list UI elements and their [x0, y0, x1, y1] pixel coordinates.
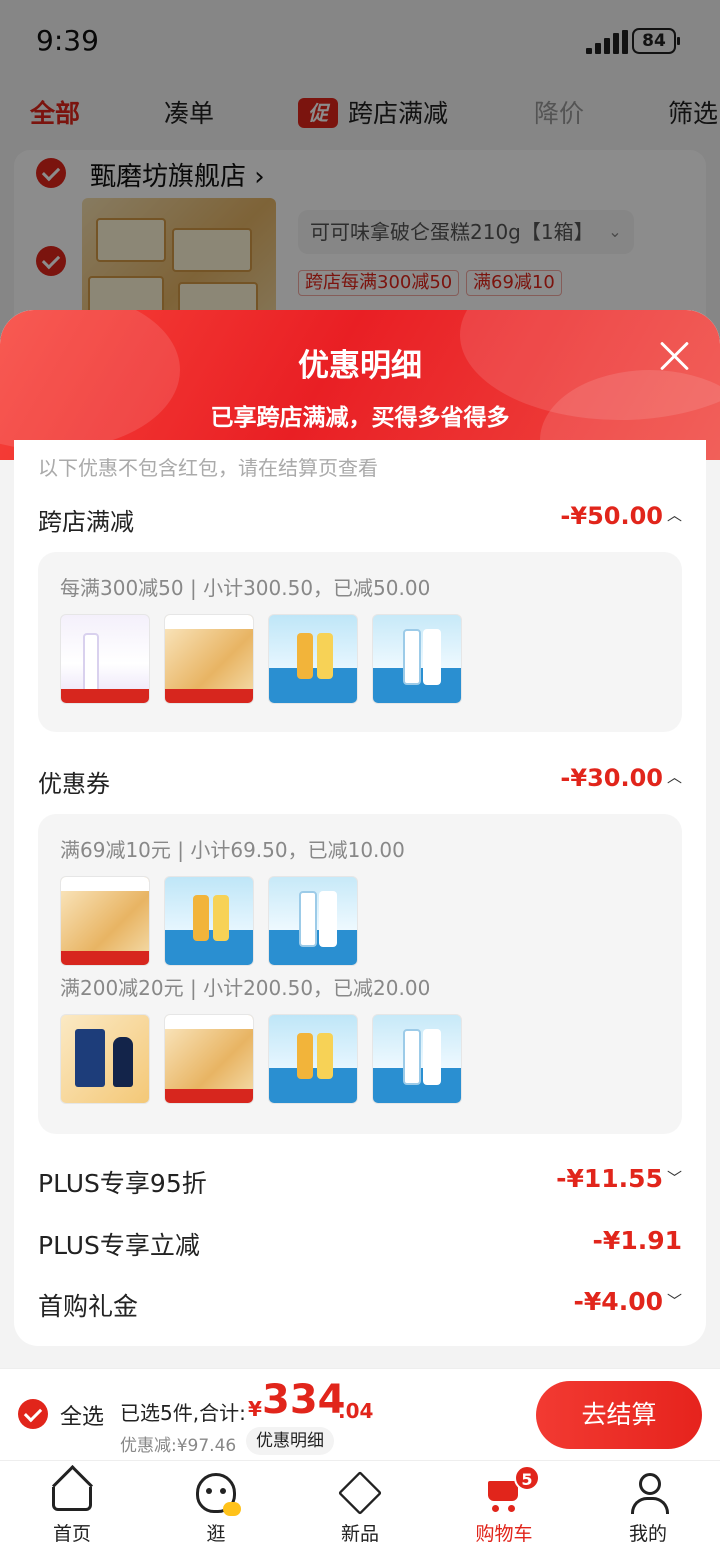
coupon-amount: -¥30.00 ︿	[560, 764, 682, 792]
plus-discount-row[interactable]: PLUS专享95折 -¥11.55 ﹀	[38, 1160, 682, 1200]
close-icon[interactable]	[658, 340, 690, 372]
coupon-detail-line-2: 满200减20元 | 小计200.50，已减20.00	[60, 976, 431, 1000]
chevron-down-icon: ﹀	[666, 1292, 682, 1310]
total-currency: ¥	[248, 1397, 262, 1421]
total-decimal: .04	[338, 1399, 374, 1423]
chevron-down-icon: ﹀	[666, 1169, 682, 1187]
tab-home-label: 首页	[52, 1523, 91, 1545]
discount-note: 以下优惠不包含红包，请在结算页查看	[38, 456, 378, 480]
product-thumb-milk[interactable]	[268, 876, 358, 966]
bottom-tabbar: 首页 逛 新品 5 购物车 我的	[0, 1460, 720, 1554]
product-thumb-juice[interactable]	[268, 1014, 358, 1104]
sheet-header: 优惠明细 已享跨店满减，买得多省得多	[0, 310, 720, 460]
tab-new[interactable]: 新品	[288, 1461, 432, 1554]
plus-cut-label: PLUS专享立减	[38, 1231, 200, 1260]
sheet-body: 以下优惠不包含红包，请在结算页查看 跨店满减 -¥50.00 ︿ 每满300减50…	[14, 440, 706, 1346]
chevron-up-icon: ︿	[666, 506, 682, 524]
product-thumb-liquor[interactable]	[60, 1014, 150, 1104]
cross-store-row[interactable]: 跨店满减 -¥50.00 ︿	[38, 498, 682, 538]
tab-new-label: 新品	[340, 1523, 379, 1545]
plus-cut-row: PLUS专享立减 -¥1.91	[38, 1222, 682, 1262]
profile-icon	[628, 1473, 669, 1514]
product-thumb-skincare[interactable]	[60, 614, 150, 704]
plus-cut-amount: -¥1.91	[592, 1226, 682, 1255]
product-thumb-juice[interactable]	[164, 876, 254, 966]
first-gift-amount: -¥4.00 ﹀	[574, 1287, 682, 1316]
cart-badge: 5	[514, 1465, 540, 1491]
tab-cart-label: 购物车	[475, 1523, 533, 1545]
cross-store-detail: 每满300减50 | 小计300.50，已减50.00	[38, 552, 682, 732]
select-all-checkbox[interactable]	[18, 1399, 48, 1429]
sheet-subtitle: 已享跨店满减，买得多省得多	[210, 405, 510, 431]
chevron-up-icon: ︿	[666, 768, 682, 786]
product-thumb-cake[interactable]	[60, 876, 150, 966]
select-all-label[interactable]: 全选	[60, 1399, 104, 1431]
first-gift-label: 首购礼金	[38, 1292, 139, 1321]
tab-profile-label: 我的	[628, 1523, 667, 1545]
plus-discount-label: PLUS专享95折	[38, 1169, 207, 1198]
discount-detail-button[interactable]: 优惠明细	[246, 1427, 334, 1455]
product-thumb-milk[interactable]	[372, 614, 462, 704]
plus-discount-amount: -¥11.55 ﹀	[556, 1164, 682, 1193]
first-gift-amount-value: -¥4.00	[573, 1287, 663, 1316]
tab-browse[interactable]: 逛	[144, 1461, 288, 1554]
checkout-bar: 全选 已选5件,合计: ¥ 334 .04 优惠减:¥97.46 优惠明细 去结…	[0, 1368, 720, 1460]
tab-browse-label: 逛	[206, 1523, 226, 1545]
tab-cart[interactable]: 5 购物车	[432, 1461, 576, 1554]
first-gift-row[interactable]: 首购礼金 -¥4.00 ﹀	[38, 1283, 682, 1323]
coupon-label: 优惠券	[38, 770, 110, 798]
total-amount: 334	[262, 1377, 346, 1423]
cross-store-label: 跨店满减	[38, 508, 134, 536]
product-thumb-juice[interactable]	[268, 614, 358, 704]
browse-icon	[196, 1473, 241, 1516]
product-thumb-cake[interactable]	[164, 1014, 254, 1104]
coupon-row[interactable]: 优惠券 -¥30.00 ︿	[38, 760, 682, 800]
product-thumb-milk[interactable]	[372, 1014, 462, 1104]
discount-total: 优惠减:¥97.46	[120, 1436, 237, 1456]
cross-store-amount: -¥50.00 ︿	[560, 502, 682, 530]
home-icon	[52, 1487, 92, 1511]
cross-store-detail-line: 每满300减50 | 小计300.50，已减50.00	[60, 576, 431, 600]
coupon-amount-value: -¥30.00	[560, 764, 663, 792]
sheet-title: 优惠明细	[298, 348, 422, 384]
tab-home[interactable]: 首页	[0, 1461, 144, 1554]
cross-store-amount-value: -¥50.00	[560, 502, 663, 530]
coupon-detail: 满69减10元 | 小计69.50，已减10.00 满200减20元 | 小计2…	[38, 814, 682, 1134]
checkout-button[interactable]: 去结算	[536, 1381, 702, 1449]
new-products-icon	[337, 1470, 383, 1516]
product-thumb-cake[interactable]	[164, 614, 254, 704]
selected-count: 已选5件,合计:	[120, 1401, 246, 1425]
discount-detail-sheet: 优惠明细 已享跨店满减，买得多省得多 以下优惠不包含红包，请在结算页查看 跨店满…	[0, 310, 720, 1368]
coupon-detail-line-1: 满69减10元 | 小计69.50，已减10.00	[60, 838, 405, 862]
tab-profile[interactable]: 我的	[576, 1461, 720, 1554]
plus-discount-amount-value: -¥11.55	[556, 1164, 663, 1193]
